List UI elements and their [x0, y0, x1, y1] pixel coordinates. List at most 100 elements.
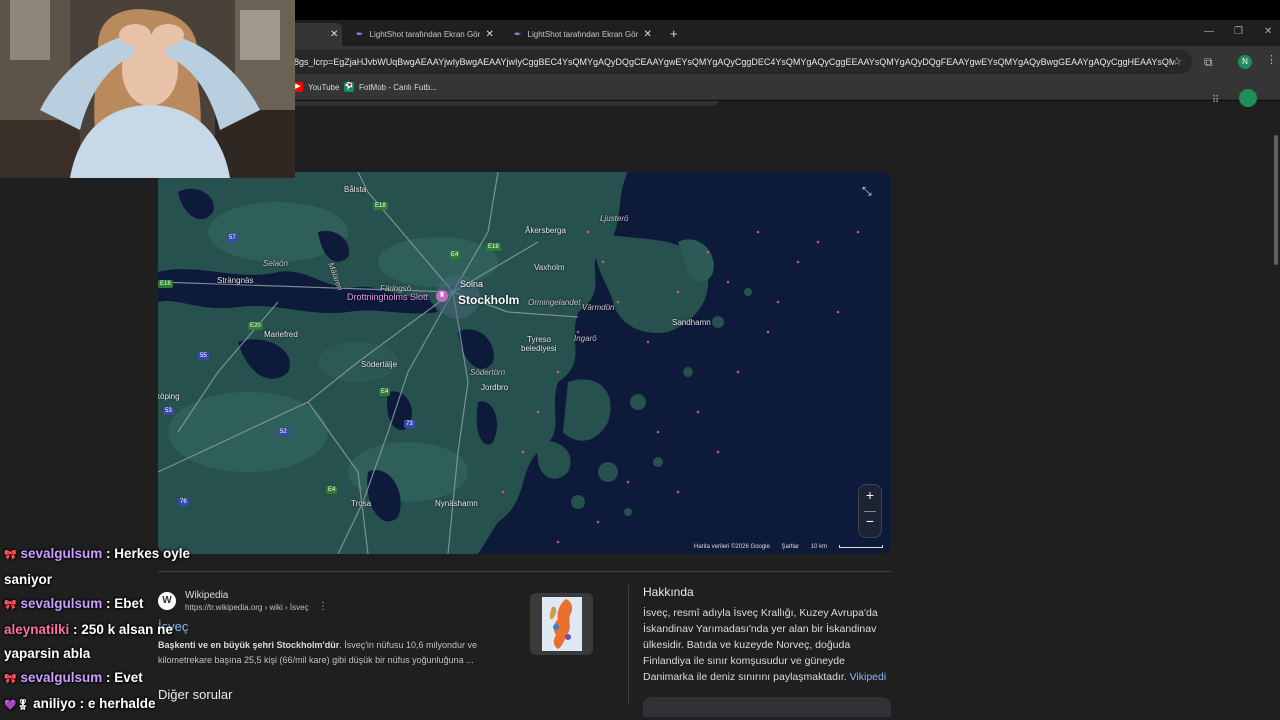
chat-message: 🎀 sevalgulsum : Ebet [4, 592, 219, 618]
route-shield: 53 [163, 407, 174, 415]
bookmark-star-icon[interactable]: ☆ [1172, 55, 1182, 68]
zoom-in-button[interactable]: + [859, 487, 881, 503]
place-label: Solna [460, 279, 484, 289]
place-label: belediyesi [521, 344, 557, 353]
scale-bar [838, 544, 883, 548]
stream-chat: 🎀 sevalgulsum : Herkes oyle saniyor 🎀 seva… [4, 542, 219, 718]
place-label: Jordbro [481, 383, 509, 392]
google-apps-icon[interactable]: ⠿ [1212, 95, 1219, 106]
place-label: Strängnäs [217, 276, 254, 285]
place-label: Ingarö [574, 334, 597, 343]
bookmark-fotmob[interactable]: ⚽ FotMob - Canlı Futb... [344, 82, 437, 92]
zoom-out-button[interactable]: − [859, 513, 881, 529]
route-shield: 73 [404, 420, 415, 428]
screen: ✕ ✒ LightShot tarafından Ekran Görü ✕ ✒ … [0, 0, 1280, 720]
chat-message: 💜🎖 aniliyo : e herhalde [4, 692, 219, 718]
menu-icon[interactable]: ⋮ [1266, 53, 1277, 66]
route-shield: E4 [326, 486, 338, 494]
route-shield: E18 [158, 280, 173, 288]
place-label: Tyreso [527, 335, 552, 344]
route-shield: E18 [486, 243, 501, 251]
sub-badge-icon: 💜🎖 [4, 700, 30, 711]
about-heading: Hakkında [643, 585, 694, 599]
webcam-overlay [0, 0, 295, 178]
city-label-stockholm[interactable]: Stockholm [458, 293, 519, 307]
url-text[interactable]: 8gs_lcrp=EgZjaHJvbWUqBwgAEAAYjwIyBwgAEAA… [294, 57, 1174, 67]
bow-badge-icon: 🎀 [4, 600, 17, 611]
account-avatar[interactable] [1239, 89, 1257, 107]
scale-label: 10 km [810, 544, 828, 550]
chat-text: e herhalde [87, 696, 156, 711]
place-label: köping [158, 392, 180, 401]
tab-lightshot-2[interactable]: ✒ LightShot tarafından Ekran Görü ✕ [506, 23, 661, 46]
chat-username[interactable]: sevalgulsum [20, 670, 102, 685]
route-shield: E18 [373, 202, 388, 210]
place-label: Södertälje [361, 360, 398, 369]
scrollbar[interactable] [1274, 135, 1278, 265]
wikipedia-link[interactable]: Vikipedi [850, 671, 887, 683]
close-icon[interactable]: ✕ [644, 29, 652, 40]
sweden-map-thumbnail [542, 597, 582, 651]
place-label: Selaön [263, 259, 288, 268]
route-shield: 57 [227, 234, 238, 242]
minimize-icon[interactable]: — [1204, 26, 1214, 37]
chat-message: aleynatilki : 250 k alsan ne yaparsin ab… [4, 622, 173, 661]
close-icon[interactable]: ✕ [330, 29, 338, 40]
fotmob-icon: ⚽ [344, 82, 354, 92]
about-expand-box[interactable] [643, 697, 891, 717]
chat-username[interactable]: aleynatilki [4, 622, 69, 637]
restore-icon[interactable]: ❐ [1234, 26, 1243, 37]
route-shield: E4 [449, 251, 461, 259]
place-label: Ljusterö [600, 214, 629, 223]
chat-text: Evet [114, 670, 143, 685]
tab-current[interactable]: ✕ [290, 23, 342, 46]
more-options-icon[interactable]: ⋮ [318, 601, 328, 612]
place-label: Södertörn [470, 368, 506, 377]
chat-text: Ebet [114, 596, 144, 611]
poi-label[interactable]: Drottningholms Slott [347, 292, 428, 302]
close-icon[interactable]: ✕ [486, 29, 494, 40]
place-label: Ormingelandet [528, 298, 581, 307]
bow-badge-icon: 🎀 [4, 674, 17, 685]
route-shield: 76 [178, 498, 189, 506]
feather-icon: ✒ [356, 29, 364, 39]
about-text: İsveç, resmî adıyla İsveç Krallığı, Kuze… [643, 607, 887, 683]
divider [628, 585, 629, 705]
result-thumbnail[interactable] [530, 593, 593, 655]
divider [864, 511, 876, 512]
place-label: Mariefred [264, 330, 298, 339]
route-shield: 52 [278, 428, 289, 436]
chat-message: 🎀 sevalgulsum : Evet [4, 666, 219, 692]
map-data-credit: Harita verileri ©2026 Google [694, 544, 770, 550]
zoom-control: + − [858, 484, 882, 538]
landmark-pin-icon[interactable]: ♜ [436, 290, 448, 302]
streamer-webcam-image [0, 0, 295, 178]
place-label: Vaxholm [534, 263, 565, 272]
chat-username[interactable]: sevalgulsum [20, 546, 102, 561]
route-shield: 55 [198, 352, 209, 360]
chat-username[interactable]: sevalgulsum [20, 596, 102, 611]
map-attribution: Harita verileri ©2026 Google Şartlar 10 … [694, 544, 891, 550]
bow-badge-icon: 🎀 [4, 550, 17, 561]
close-window-icon[interactable]: ✕ [1264, 26, 1272, 37]
profile-avatar[interactable]: N [1238, 55, 1252, 69]
address-bar[interactable]: 8gs_lcrp=EgZjaHJvbWUqBwgAEAAYjwIyBwgAEAA… [250, 50, 1192, 74]
tab-lightshot-1[interactable]: ✒ LightShot tarafından Ekran Görü ✕ [348, 23, 503, 46]
route-shield: E20 [248, 322, 263, 330]
map-panel[interactable]: Bålsta Åkersberga Ljusterö Vaxholm Selaö… [158, 172, 891, 554]
extensions-icon[interactable]: ⧉ [1204, 55, 1213, 70]
terms-link[interactable]: Şartlar [781, 544, 799, 550]
feather-icon: ✒ [514, 29, 522, 39]
divider [158, 571, 891, 572]
place-label: Bålsta [344, 185, 367, 194]
place-label: Värmdön [582, 303, 615, 312]
place-label: Sandhamn [672, 318, 711, 327]
chat-message: 🎀 sevalgulsum : Herkes oyle saniyor [4, 546, 191, 587]
collapse-map-icon[interactable]: ⤡ [862, 184, 872, 199]
place-label: Åkersberga [525, 226, 566, 235]
bookmark-youtube[interactable]: ▶ YouTube [293, 82, 339, 92]
search-box-edge[interactable] [240, 101, 718, 106]
chat-username[interactable]: aniliyo [33, 696, 76, 711]
place-label: Trosa [351, 499, 372, 508]
new-tab-button[interactable]: + [670, 26, 678, 41]
